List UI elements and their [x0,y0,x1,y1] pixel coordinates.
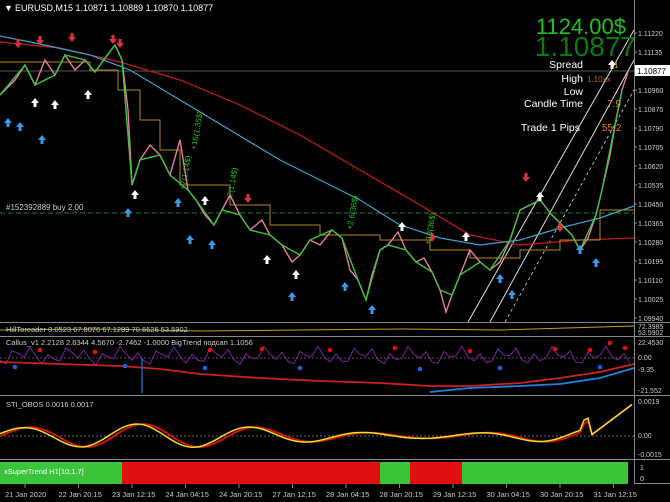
menu-arrow-icon[interactable]: ▼ [4,3,13,13]
sub3-axis-0: 0.0019 [638,399,660,406]
time-axis: 21 Jan 2020 22 Jan 20:15 23 Jan 12:15 24 Ja… [5,484,637,499]
sub1-axis-bottom: 53.5902 [638,330,663,337]
price-label: 1.10110 [638,278,663,285]
time-label: 21 Jan 2020 [5,490,46,499]
callus-dot [207,347,213,353]
sub2-axis-1: 0.00 [638,355,652,362]
price-label: 1.09940 [638,316,663,323]
trade-pips-value: 55.2 [602,123,622,134]
callus-dot [92,349,98,355]
sub4-axis-0: 1 [640,465,644,472]
supertrend-seg-4 [410,462,462,484]
price-label: 1.10875 [638,107,663,114]
supertrend-seg-2 [122,462,380,484]
sub2-title: Callus_v1 2.2128 2.6344 4.5670 -2.7462 -… [6,338,253,347]
sub2-axis-3: -21.552 [638,388,662,395]
order-label: #152392889 buy 2.00 [6,203,84,212]
time-label: 27 Jan 12:15 [273,490,316,499]
callus-dot [417,366,423,372]
candle-time-label: Candle Time [524,98,583,110]
candle-time-value: 7:9 [607,99,621,110]
callus-dot [497,365,503,371]
callus-dot [122,363,128,369]
time-label: 22 Jan 20:15 [59,490,102,499]
supertrend-seg-3 [380,462,410,484]
price-label: 1.10025 [638,297,663,304]
spread-value: 1 [614,61,619,70]
callus-dot [597,364,603,370]
time-label: 28 Jan 04:15 [326,490,369,499]
callus-oscillator [0,345,631,366]
callus-pane[interactable]: Callus_v1 2.2128 2.6344 4.5670 -2.7462 -… [0,338,663,395]
sub4-axis-1: 0 [640,476,644,483]
symbol-header: EURUSD,M15 1.10871 1.10889 1.10870 1.108… [15,3,213,13]
price-label: 1.10790 [638,126,663,133]
obos-yellow-line [0,403,633,449]
price-label: 1.10365 [638,221,663,228]
callus-dot [467,348,473,354]
price-label: 1.10960 [638,88,663,95]
hilltoreader-pane[interactable]: HillToreader 0.0523 67.8076 67.1289 70.6… [0,324,663,337]
time-label: 23 Jan 12:15 [112,490,155,499]
sub3-title: STI_OBOS 0.0016 0.0017 [6,400,94,409]
price-label: 1.10280 [638,240,663,247]
sti-obos-pane[interactable]: STI_OBOS 0.0016 0.0017 0.0019 0.00 -0.00… [0,399,662,459]
callus-dot [552,346,558,352]
callus-dot [392,345,398,351]
callus-dot [37,347,43,353]
big-price-display: 1.10877 [535,31,636,62]
price-label: 1.10450 [638,202,663,209]
sub1-title: HillToreader 0.0523 67.8076 67.1289 70.6… [6,325,188,334]
trading-chart[interactable]: 1.112201.111351.110451.109601.108751.107… [0,0,670,502]
supertrend-pane[interactable]: xSuperTrend H1[10;1.7] 1 0 [0,462,644,484]
price-label: 1.10535 [638,183,663,190]
callus-dot [202,365,208,371]
sub2-axis-0: 22.4530 [638,340,663,347]
callus-dot [622,345,628,351]
time-label: 28 Jan 20:15 [380,490,423,499]
callus-red-trend [0,361,635,387]
callus-dot [587,347,593,353]
supertrend-seg-6 [628,462,634,484]
time-label: 30 Jan 04:15 [487,490,530,499]
spread-label: Spread [549,59,583,71]
price-label: 1.10705 [638,145,663,152]
current-price-tag: 1.10877 [637,67,666,76]
callus-dot [259,346,265,352]
time-label: 29 Jan 12:15 [433,490,476,499]
callus-dot [327,347,333,353]
sub3-axis-2: -0.0015 [638,452,662,459]
low-label: Low [564,86,584,98]
callus-dot [607,340,613,346]
sub2-axis-2: -9.35 [638,367,654,374]
time-label: 31 Jan 12:15 [594,490,637,499]
sub4-title: xSuperTrend H1[10;1.7] [4,467,84,476]
price-label: 1.10620 [638,164,663,171]
high-label: High [561,73,583,85]
high-value: 1.10xx [587,75,611,84]
time-label: 30 Jan 20:15 [540,490,583,499]
price-label: 1.10195 [638,259,663,266]
time-label: 24 Jan 04:15 [166,490,209,499]
time-label: 24 Jan 20:15 [219,490,262,499]
sub3-axis-1: 0.00 [638,433,652,440]
price-label: 1.11220 [638,31,663,38]
supertrend-seg-5 [462,462,628,484]
callus-dot [297,365,303,371]
price-label: 1.11135 [638,50,662,57]
trade-pips-label: Trade 1 Pips [521,122,580,134]
callus-dot [12,364,18,370]
